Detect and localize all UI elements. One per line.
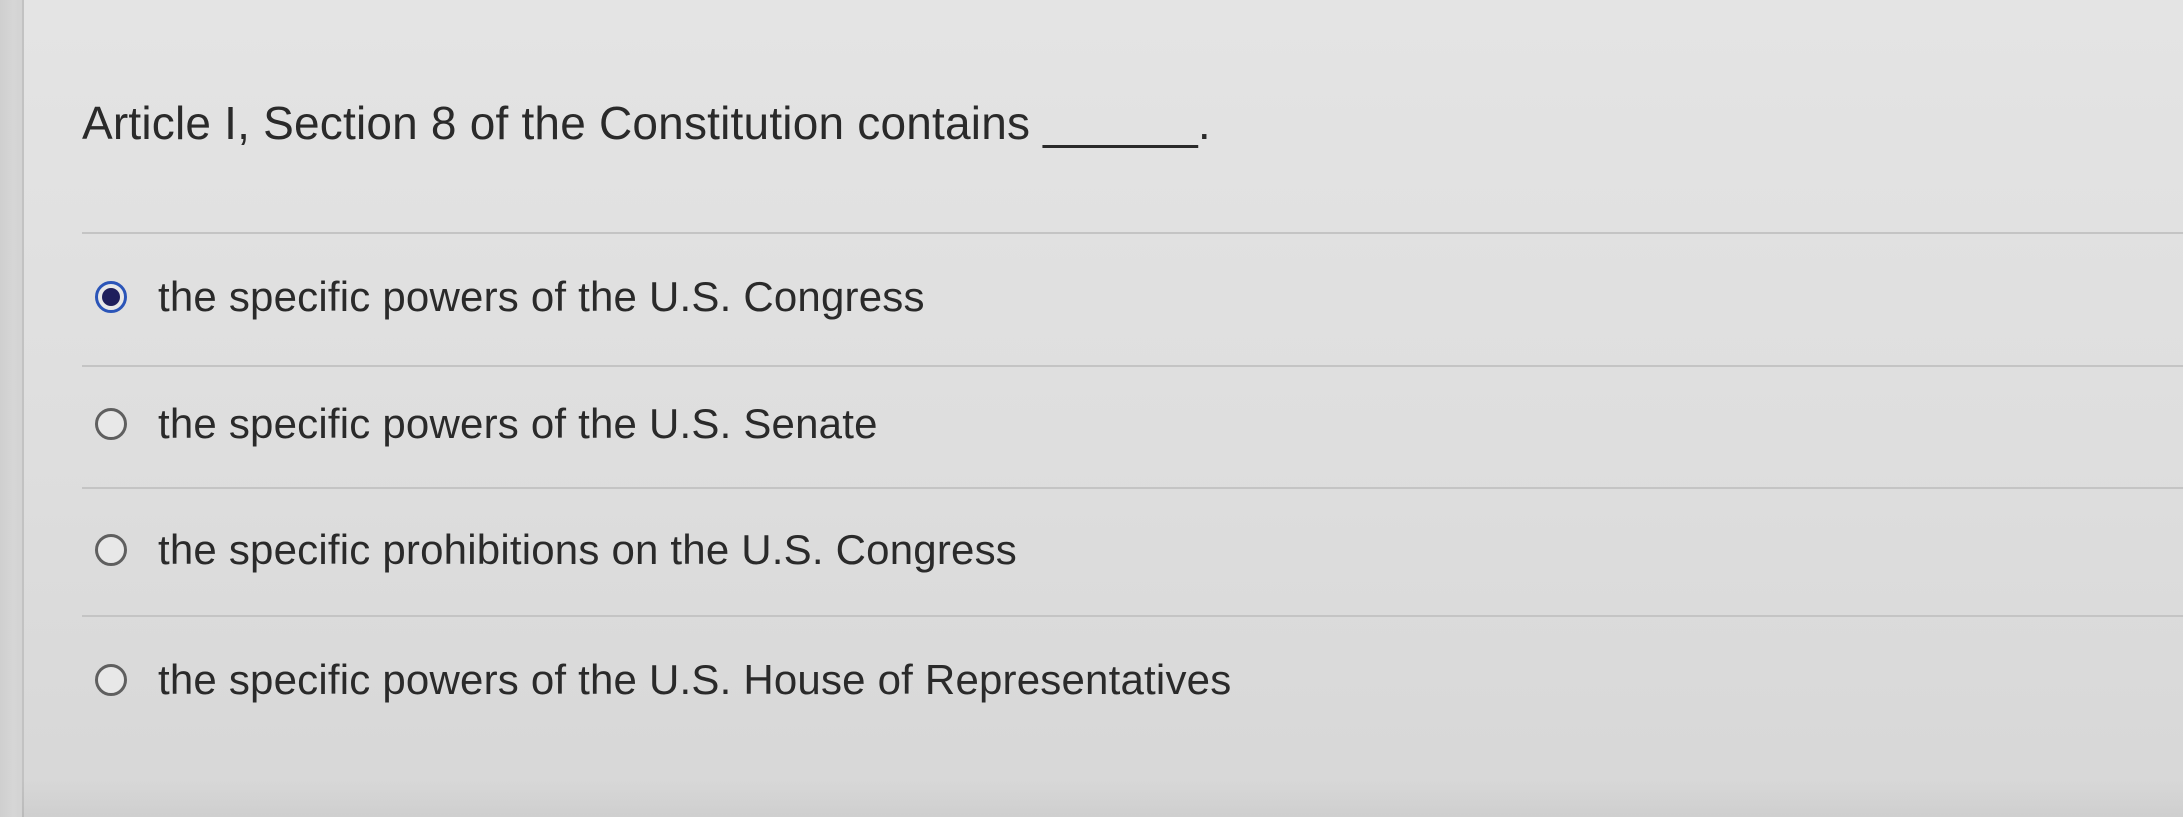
quiz-screen: Article I, Section 8 of the Constitution… <box>0 0 2183 817</box>
answer-label[interactable]: the specific powers of the U.S. House of… <box>158 656 1231 704</box>
question-divider <box>82 232 2183 234</box>
answer-option-4[interactable]: the specific powers of the U.S. House of… <box>95 645 1231 715</box>
radio-button[interactable] <box>95 534 127 566</box>
answer-option-3[interactable]: the specific prohibitions on the U.S. Co… <box>95 515 1017 585</box>
answer-label[interactable]: the specific powers of the U.S. Senate <box>158 400 878 448</box>
left-panel-edge <box>0 0 24 817</box>
option-divider <box>82 365 2183 367</box>
radio-button-selected[interactable] <box>95 281 127 313</box>
option-divider <box>82 615 2183 617</box>
answer-option-1[interactable]: the specific powers of the U.S. Congress <box>95 262 925 332</box>
bottom-shadow <box>22 779 2183 817</box>
answer-option-2[interactable]: the specific powers of the U.S. Senate <box>95 389 878 459</box>
option-divider <box>82 487 2183 489</box>
answer-label[interactable]: the specific powers of the U.S. Congress <box>158 273 925 321</box>
radio-button[interactable] <box>95 408 127 440</box>
radio-button[interactable] <box>95 664 127 696</box>
answer-label[interactable]: the specific prohibitions on the U.S. Co… <box>158 526 1017 574</box>
question-text: Article I, Section 8 of the Constitution… <box>82 97 1211 149</box>
